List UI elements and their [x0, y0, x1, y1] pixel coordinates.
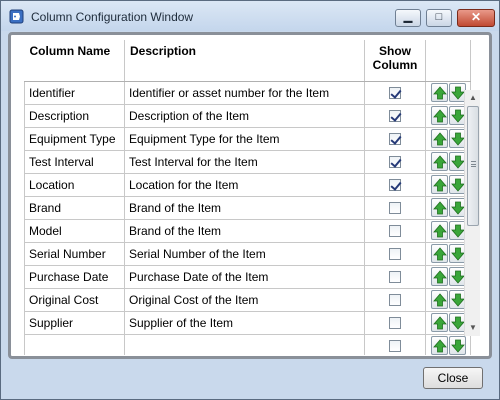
table-row[interactable]: Location Location for the Item: [24, 172, 471, 197]
move-up-button[interactable]: [431, 244, 448, 263]
move-up-button[interactable]: [431, 198, 448, 217]
description-cell: Purchase Date of the Item: [124, 264, 365, 289]
move-up-button[interactable]: [431, 290, 448, 309]
description-cell: Location for the Item: [124, 172, 365, 197]
show-column-header: Show Column: [364, 40, 426, 82]
scroll-down-button[interactable]: ▼: [465, 320, 481, 336]
show-column-checkbox[interactable]: [389, 133, 401, 146]
column-name-cell: Purchase Date: [24, 264, 125, 289]
description-cell: Brand of the Item: [124, 195, 365, 220]
table-row[interactable]: Original Cost Original Cost of the Item: [24, 287, 471, 312]
column-name-cell: Supplier: [24, 310, 125, 335]
move-up-button[interactable]: [431, 129, 448, 148]
column-name-cell: Test Interval: [24, 149, 125, 174]
show-column-checkbox[interactable]: [389, 87, 401, 100]
show-column-cell: [364, 287, 426, 312]
move-up-button[interactable]: [431, 267, 448, 286]
table-row[interactable]: Test Interval Test Interval for the Item: [24, 149, 471, 174]
description-cell: Serial Number of the Item: [124, 241, 365, 266]
move-up-button[interactable]: [431, 106, 448, 125]
column-name-cell: Identifier: [24, 80, 125, 105]
show-column-cell: [364, 172, 426, 197]
move-up-button[interactable]: [431, 83, 448, 102]
title-bar: Column Configuration Window ▁ □ ✕: [1, 1, 499, 31]
column-name-cell: Location: [24, 172, 125, 197]
minimize-button[interactable]: ▁: [395, 9, 421, 27]
move-up-button[interactable]: [431, 152, 448, 171]
move-down-button[interactable]: [449, 336, 466, 355]
table-body: Identifier Identifier or asset number for…: [24, 80, 471, 355]
show-column-cell: [364, 264, 426, 289]
move-up-button[interactable]: [431, 175, 448, 194]
show-column-cell: [364, 195, 426, 220]
tag-icon: [9, 9, 24, 24]
column-name-cell: Description: [24, 103, 125, 128]
show-column-checkbox[interactable]: [389, 110, 401, 123]
show-column-cell: [364, 149, 426, 174]
table-row[interactable]: Serial Number Serial Number of the Item: [24, 241, 471, 266]
description-cell: Identifier or asset number for the Item: [124, 80, 365, 105]
table-header-row: Column Name Description Show Column: [24, 40, 471, 82]
show-column-cell: [364, 126, 426, 151]
table-row[interactable]: Purchase Date Purchase Date of the Item: [24, 264, 471, 289]
column-configuration-window: Column Configuration Window ▁ □ ✕ Column…: [0, 0, 500, 400]
table-row[interactable]: Brand Brand of the Item: [24, 195, 471, 220]
show-column-checkbox[interactable]: [389, 248, 401, 261]
table-row[interactable]: [24, 333, 471, 355]
show-column-checkbox[interactable]: [389, 294, 401, 307]
table-row[interactable]: Model Brand of the Item: [24, 218, 471, 243]
table-row[interactable]: Identifier Identifier or asset number for…: [24, 80, 471, 105]
table-row[interactable]: Description Description of the Item: [24, 103, 471, 128]
description-cell: Description of the Item: [124, 103, 365, 128]
maximize-button[interactable]: □: [426, 9, 452, 27]
description-cell: Supplier of the Item: [124, 310, 365, 335]
show-column-cell: [364, 80, 426, 105]
column-name-cell: Model: [24, 218, 125, 243]
description-cell: Original Cost of the Item: [124, 287, 365, 312]
grip-icon: [471, 161, 476, 167]
scroll-up-button[interactable]: ▲: [465, 90, 481, 106]
column-name-cell: Equipment Type: [24, 126, 125, 151]
window-title: Column Configuration Window: [31, 10, 194, 24]
show-column-cell: [364, 218, 426, 243]
show-column-cell: [364, 310, 426, 335]
description-cell: Equipment Type for the Item: [124, 126, 365, 151]
show-column-checkbox[interactable]: [389, 317, 401, 330]
show-column-cell: [364, 241, 426, 266]
column-name-cell: [24, 333, 125, 355]
column-name-cell: Brand: [24, 195, 125, 220]
table-frame: Column Name Description Show Column Iden…: [8, 32, 492, 359]
description-cell: [124, 333, 365, 355]
show-column-checkbox[interactable]: [389, 202, 401, 215]
move-up-button[interactable]: [431, 221, 448, 240]
show-column-checkbox[interactable]: [389, 340, 401, 353]
table-row[interactable]: Equipment Type Equipment Type for the Ite…: [24, 126, 471, 151]
description-cell: Brand of the Item: [124, 218, 365, 243]
move-up-button[interactable]: [431, 313, 448, 332]
column-name-cell: Original Cost: [24, 287, 125, 312]
show-column-checkbox[interactable]: [389, 225, 401, 238]
description-cell: Test Interval for the Item: [124, 149, 365, 174]
show-column-cell: [364, 333, 426, 355]
move-up-button[interactable]: [431, 336, 448, 355]
show-column-cell: [364, 103, 426, 128]
move-header: [425, 40, 471, 82]
table-row[interactable]: Supplier Supplier of the Item: [24, 310, 471, 335]
column-table-area: Column Name Description Show Column Iden…: [24, 40, 479, 355]
scroll-thumb[interactable]: [467, 106, 479, 226]
move-buttons-cell: [425, 333, 471, 355]
column-table: Column Name Description Show Column Iden…: [24, 40, 471, 355]
close-window-button[interactable]: ✕: [457, 9, 495, 27]
show-column-checkbox[interactable]: [389, 179, 401, 192]
close-button[interactable]: Close: [423, 367, 483, 389]
column-name-header: Column Name: [24, 40, 125, 82]
column-name-cell: Serial Number: [24, 241, 125, 266]
show-column-checkbox[interactable]: [389, 271, 401, 284]
show-column-checkbox[interactable]: [389, 156, 401, 169]
description-header: Description: [124, 40, 365, 82]
vertical-scrollbar[interactable]: ▲ ▼: [464, 90, 480, 336]
